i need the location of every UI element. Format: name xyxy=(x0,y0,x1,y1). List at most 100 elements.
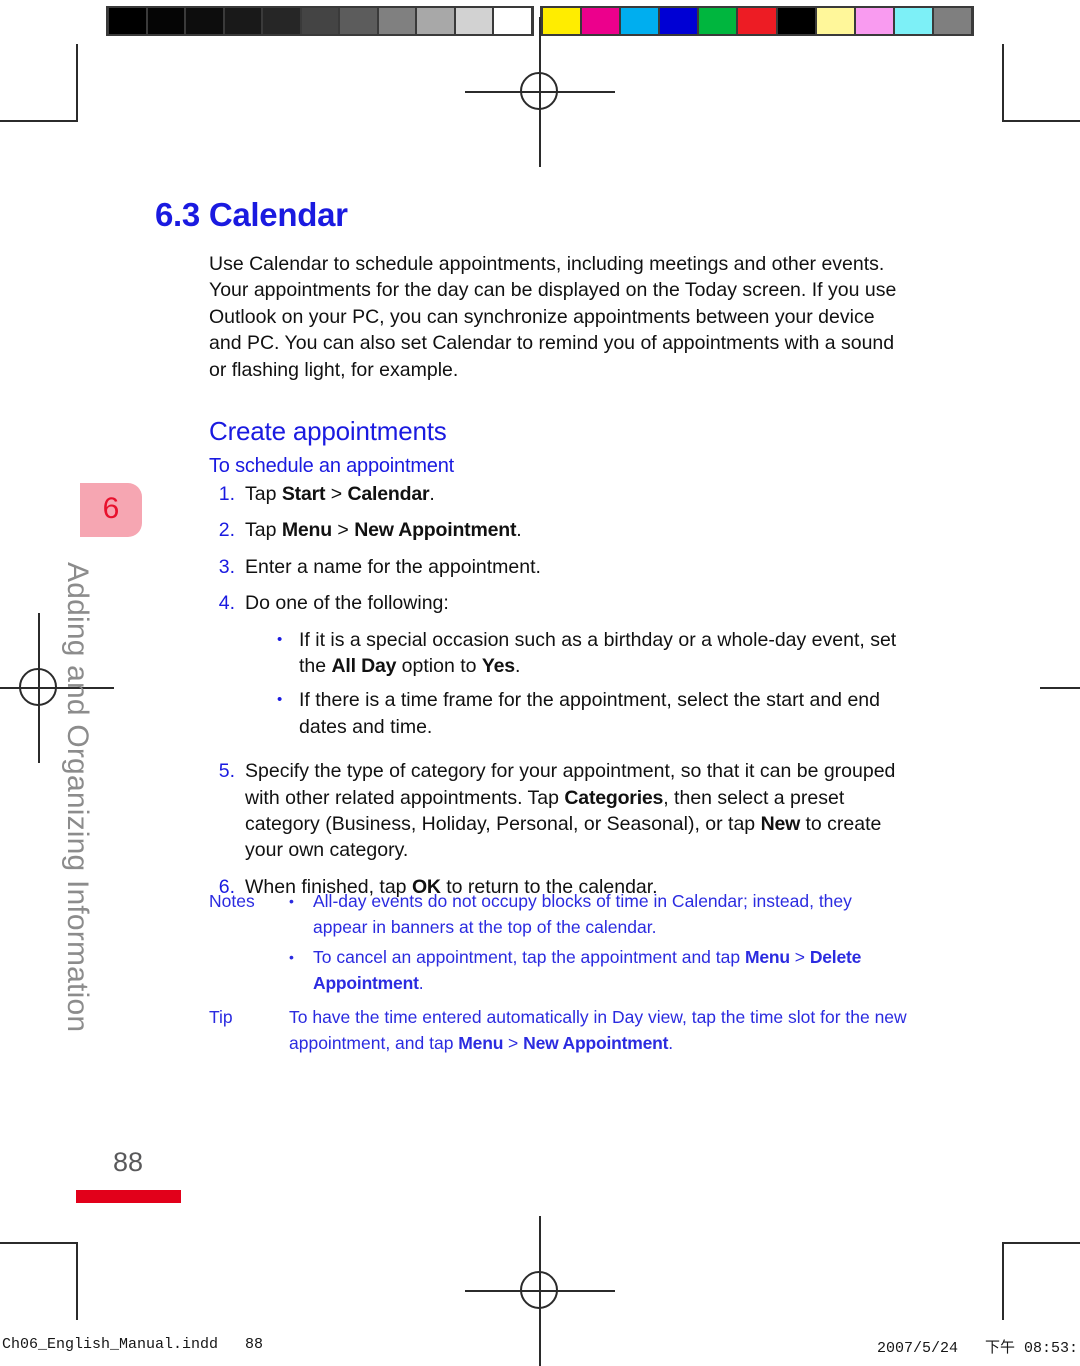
page-number-rule xyxy=(76,1190,181,1203)
calibration-swatch xyxy=(621,8,659,34)
calibration-swatch xyxy=(417,8,454,34)
notes-item-list: • All-day events do not occupy blocks of … xyxy=(289,888,909,1000)
notes-label: Notes xyxy=(209,891,255,911)
step-number: 1. xyxy=(218,483,235,505)
subsection-heading: Create appointments xyxy=(209,416,447,446)
tip-block: Tip To have the time entered automatical… xyxy=(209,1004,909,1056)
calibration-swatch xyxy=(855,8,893,34)
grayscale-calibration-strip xyxy=(106,6,534,36)
chapter-vertical-title: Adding and Organizing Information xyxy=(61,562,94,1033)
bullet-icon: • xyxy=(289,949,294,965)
procedure-step-list: 1. Tap Start > Calendar. 2. Tap Menu > New … xyxy=(209,481,909,910)
note-item: • To cancel an appointment, tap the appoi… xyxy=(289,944,909,996)
procedure-step: 5. Specify the type of category for your … xyxy=(209,758,909,864)
calibration-swatch xyxy=(378,8,416,34)
text-run: All-day events do not occupy blocks of t… xyxy=(313,891,852,937)
procedure-heading: To schedule an appointment xyxy=(209,455,454,477)
step-number: 5. xyxy=(218,760,235,783)
crop-mark-top-right xyxy=(1002,44,1080,122)
ui-term: New Appointment xyxy=(354,519,517,542)
ui-term: Menu xyxy=(281,519,332,542)
step-line: Tap Menu > New Appointment. xyxy=(245,517,909,543)
step-text: Specify the type of category for your ap… xyxy=(245,758,909,864)
text-run: Enter a name for the appointment. xyxy=(245,555,541,578)
calibration-swatch xyxy=(660,8,698,34)
ui-term: Start xyxy=(281,483,326,505)
procedure-step: 3. Enter a name for the appointment. xyxy=(209,554,909,580)
calibration-swatch xyxy=(933,8,972,34)
procedure-step: 2. Tap Menu > New Appointment. xyxy=(209,517,909,543)
text-run: Do one of the following: xyxy=(245,592,449,615)
sublist-item-text: If it is a special occasion such as a bi… xyxy=(299,627,909,680)
note-item-text: All-day events do not occupy blocks of t… xyxy=(313,888,909,940)
tip-label: Tip xyxy=(209,1007,233,1027)
step-text: Tap Menu > New Appointment. xyxy=(245,517,909,543)
calibration-swatch xyxy=(186,8,223,34)
sublist-item: • If there is a time frame for the appoin… xyxy=(271,687,909,740)
calibration-swatch xyxy=(699,8,737,34)
calibration-swatch xyxy=(543,8,581,34)
step-text: Tap Start > Calendar. xyxy=(245,481,909,507)
procedure-step: 1. Tap Start > Calendar. xyxy=(209,481,909,507)
calibration-swatch xyxy=(494,8,532,34)
ui-term: Yes xyxy=(481,655,515,678)
page-title: 6.3 Calendar xyxy=(155,196,348,233)
intro-paragraph: Use Calendar to schedule appointments, i… xyxy=(209,253,897,381)
text-run: To cancel an appointment, tap the appoin… xyxy=(313,947,745,967)
bullet-icon: • xyxy=(289,893,294,909)
text-run: . xyxy=(418,973,424,993)
calibration-swatch xyxy=(777,8,815,34)
calibration-swatch xyxy=(455,8,493,34)
note-item: • All-day events do not occupy blocks of … xyxy=(289,888,909,940)
ui-term: Calendar xyxy=(347,483,430,505)
page-number: 88 xyxy=(113,1147,144,1177)
calibration-swatch xyxy=(301,8,339,34)
step-line: Do one of the following: xyxy=(245,590,909,616)
step-line: Enter a name for the appointment. xyxy=(245,554,909,580)
ui-term: New xyxy=(760,813,801,836)
text-run: . xyxy=(516,519,522,542)
sublist-item: • If it is a special occasion such as a b… xyxy=(271,627,909,680)
print-footer: Ch06_English_Manual.indd 88 2007/5/24 下午… xyxy=(0,1336,1080,1360)
text-run: . xyxy=(429,483,435,505)
ui-term: All Day xyxy=(331,655,397,678)
text-run: . xyxy=(668,1033,674,1053)
tip-text: To have the time entered automatically i… xyxy=(289,1004,909,1056)
chapter-number: 6 xyxy=(102,492,120,525)
procedure-step: 4. Do one of the following: • If it is a sp… xyxy=(209,590,909,748)
calibration-swatch xyxy=(109,8,146,34)
step-line: Specify the type of category for your ap… xyxy=(245,758,909,864)
color-calibration-strip xyxy=(540,6,974,36)
calibration-swatch xyxy=(263,8,300,34)
bullet-icon: • xyxy=(277,691,283,709)
step-number: 3. xyxy=(218,555,235,578)
calibration-swatch xyxy=(738,8,776,34)
step-number: 2. xyxy=(218,519,235,542)
text-run: > xyxy=(331,519,355,542)
step-number: 4. xyxy=(218,592,235,615)
step-text: Enter a name for the appointment. xyxy=(245,554,909,580)
registration-mark-right xyxy=(1040,613,1080,763)
calibration-swatch xyxy=(224,8,262,34)
step-text: Do one of the following: • If it is a spec… xyxy=(245,590,909,748)
ui-term: Menu xyxy=(744,947,790,967)
footer-file-name: Ch06_English_Manual.indd 88 xyxy=(2,1336,264,1353)
registration-mark-top xyxy=(465,17,615,167)
footer-date-time: 2007/5/24 下午 08:53: xyxy=(876,1340,1078,1357)
ui-term: Menu xyxy=(458,1033,504,1053)
sublist-item-text: If there is a time frame for the appoint… xyxy=(299,687,909,740)
text-run: > xyxy=(789,947,810,967)
crop-mark-bottom-left xyxy=(0,1242,78,1320)
calibration-swatch xyxy=(582,8,620,34)
text-run: > xyxy=(503,1033,524,1053)
ui-term: Categories xyxy=(564,786,664,809)
text-run: Tap xyxy=(245,483,282,505)
note-item-text: To cancel an appointment, tap the appoin… xyxy=(313,944,909,996)
text-run: > xyxy=(325,483,348,505)
text-run: option to xyxy=(396,655,482,678)
step-line: Tap Start > Calendar. xyxy=(245,481,909,507)
calibration-swatch xyxy=(894,8,932,34)
calibration-swatch xyxy=(340,8,377,34)
bullet-icon: • xyxy=(277,630,283,648)
notes-block: Notes • All-day events do not occupy bloc… xyxy=(209,888,909,1000)
